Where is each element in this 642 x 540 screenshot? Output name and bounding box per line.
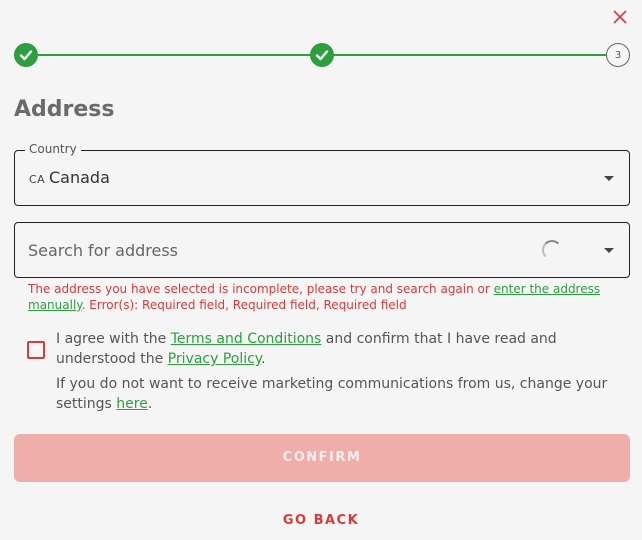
confirm-button[interactable]: CONFIRM [14, 434, 630, 482]
address-search-input[interactable] [28, 238, 528, 262]
address-search-field[interactable] [14, 222, 630, 278]
progress-stepper: 3 [14, 43, 630, 67]
country-value: Canada [49, 168, 110, 187]
address-error-message: The address you have selected is incompl… [28, 282, 601, 312]
country-select[interactable]: Country CA Canada [14, 142, 630, 206]
loading-spinner-icon [542, 240, 562, 260]
marketing-settings-link[interactable]: here [116, 396, 148, 412]
go-back-button[interactable]: GO BACK [0, 513, 642, 528]
step-2-complete-icon [310, 43, 334, 67]
privacy-policy-link[interactable]: Privacy Policy [168, 351, 261, 367]
close-icon[interactable] [610, 7, 630, 27]
terms-consent-text: I agree with the Terms and Conditions an… [56, 331, 557, 367]
terms-checkbox[interactable] [27, 341, 45, 359]
step-3-current: 3 [606, 43, 630, 67]
country-label: Country [25, 142, 81, 156]
chevron-down-icon[interactable] [604, 176, 614, 181]
step-1-complete-icon [14, 43, 38, 67]
terms-link[interactable]: Terms and Conditions [171, 331, 322, 347]
marketing-notice: If you do not want to receive marketing … [56, 376, 608, 412]
chevron-down-icon[interactable] [604, 248, 614, 253]
country-code: CA [29, 173, 46, 186]
step-connector [38, 54, 334, 56]
page-title: Address [14, 97, 115, 122]
step-connector [334, 54, 606, 56]
